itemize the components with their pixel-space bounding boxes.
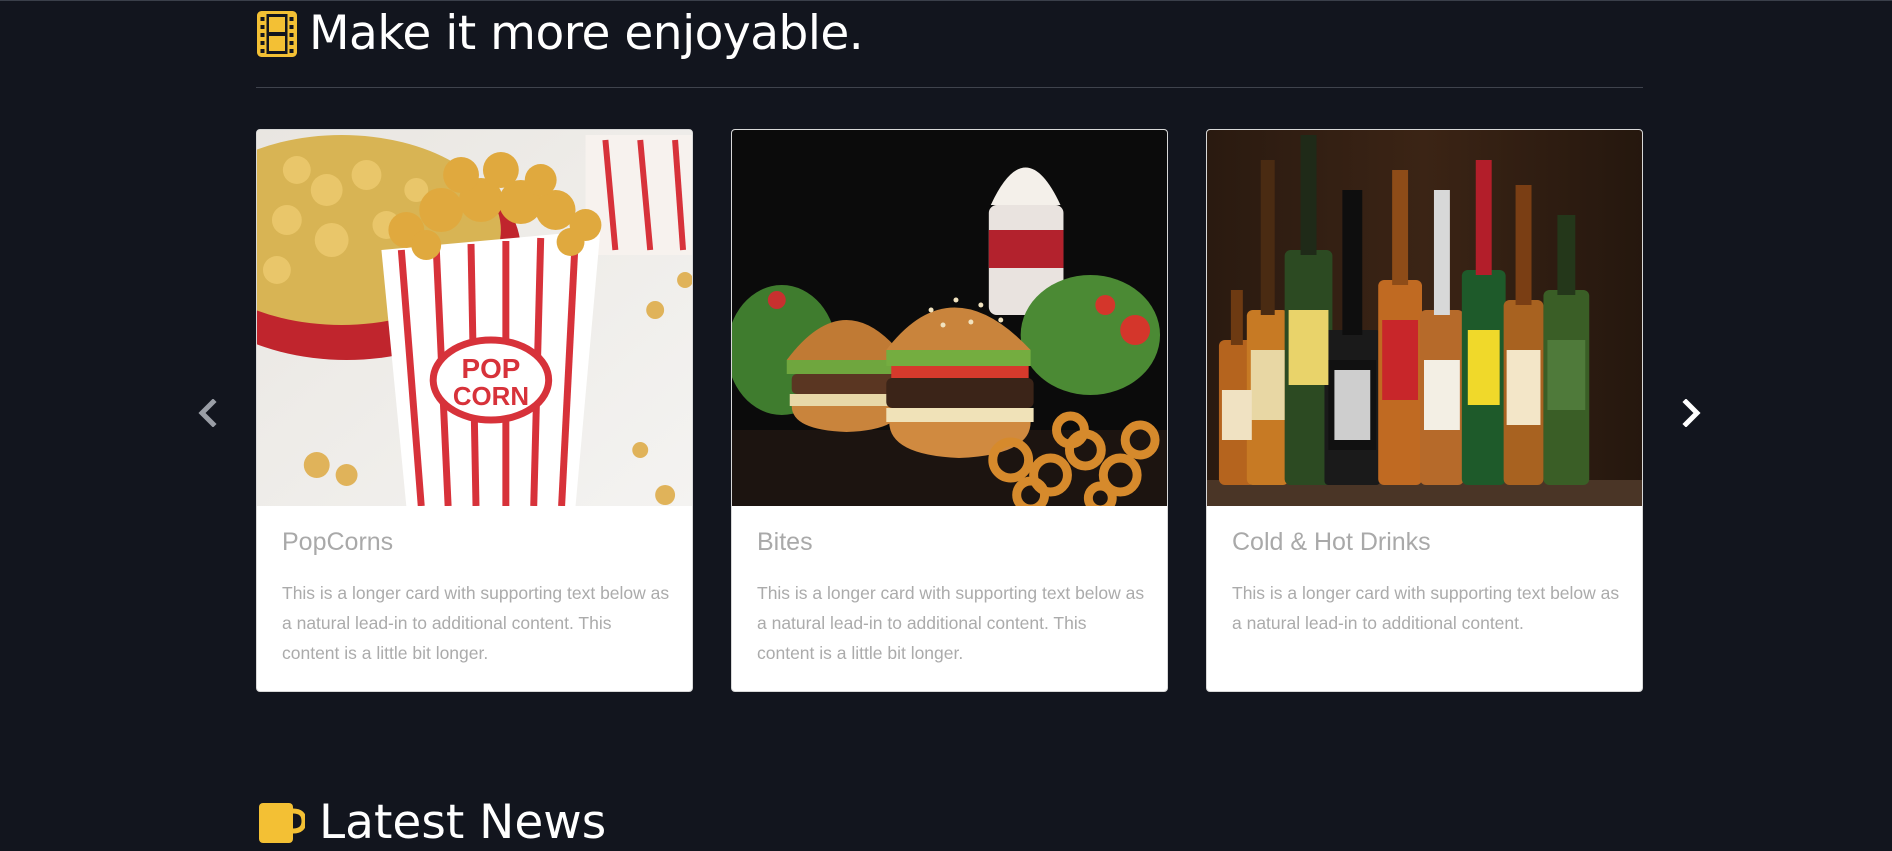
mug-icon	[259, 803, 305, 843]
card-title: Cold & Hot Drinks	[1232, 528, 1431, 556]
card-text: This is a longer card with supporting te…	[282, 583, 670, 663]
svg-text:POP: POP	[462, 353, 521, 384]
chevron-right-icon[interactable]	[1680, 399, 1702, 427]
section-divider	[256, 87, 1643, 88]
burger-image	[732, 130, 1167, 506]
svg-text:CORN: CORN	[453, 383, 529, 411]
card-title: Bites	[757, 528, 813, 556]
film-icon	[257, 11, 297, 57]
section-header: Make it more enjoyable.	[257, 6, 864, 62]
popcorn-image: POP CORN	[257, 130, 692, 506]
news-header: Latest News	[257, 795, 606, 851]
card-title: PopCorns	[282, 528, 394, 556]
card-text: This is a longer card with supporting te…	[1232, 583, 1620, 633]
card-bites[interactable]: Bites This is a longer card with support…	[731, 129, 1168, 692]
card-text: This is a longer card with supporting te…	[757, 583, 1145, 663]
top-border	[0, 0, 1892, 1]
card-drinks[interactable]: Cold & Hot Drinks This is a longer card …	[1206, 129, 1643, 692]
chevron-left-icon[interactable]	[197, 399, 219, 427]
card-popcorns[interactable]: POP CORN PopCorns This is a longer card …	[256, 129, 693, 692]
section-title: Make it more enjoyable.	[309, 6, 864, 61]
news-title: Latest News	[319, 795, 607, 850]
drinks-image	[1207, 130, 1642, 506]
